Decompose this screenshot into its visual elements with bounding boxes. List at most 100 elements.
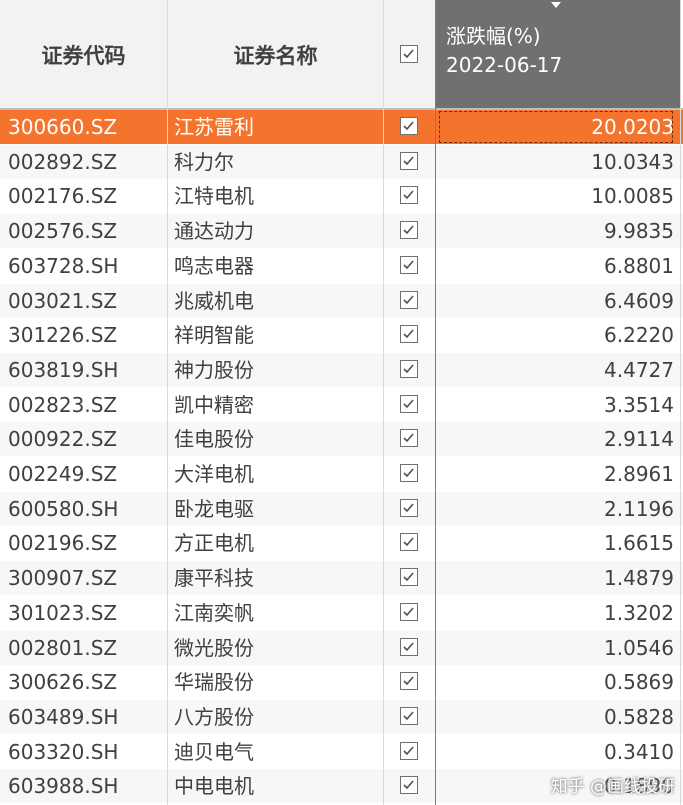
security-name-cell: 迪贝电气	[174, 739, 254, 764]
table-row[interactable]: 603819.SH 神力股份 4.4727	[0, 352, 683, 387]
security-code-cell: 603320.SH	[8, 739, 119, 764]
row-checkbox[interactable]	[400, 602, 418, 621]
security-name-cell: 佳电股份	[174, 427, 254, 452]
row-checkbox[interactable]	[400, 533, 418, 552]
row-checkbox[interactable]	[400, 498, 418, 517]
row-checkbox[interactable]	[400, 151, 418, 170]
column-header-change-title: 涨跌幅(%)	[446, 24, 541, 48]
row-checkbox-cell[interactable]	[384, 214, 436, 248]
security-code-cell: 002892.SZ	[8, 149, 118, 174]
table-row[interactable]: 603320.SH 迪贝电气 0.3410	[0, 735, 683, 769]
row-checkbox-cell[interactable]	[384, 596, 436, 630]
row-checkbox-cell[interactable]	[384, 735, 436, 769]
checkmark-icon	[403, 676, 414, 686]
change-percent-cell: 0.5869	[604, 670, 674, 695]
table-row[interactable]: 002801.SZ 微光股份 1.0546	[0, 630, 683, 665]
row-checkbox-cell[interactable]	[384, 561, 436, 595]
row-checkbox-cell[interactable]	[384, 665, 436, 699]
security-name-cell: 祥明智能	[174, 323, 254, 348]
table-row[interactable]: 600580.SH 卧龙电驱 2.1196	[0, 491, 683, 526]
column-header-change[interactable]: 涨跌幅(%) 2022-06-17	[436, 0, 680, 110]
column-header-code[interactable]: 证券代码	[0, 0, 168, 110]
checkmark-icon	[403, 746, 414, 755]
row-checkbox[interactable]	[400, 221, 418, 240]
column-header-name-label: 证券名称	[233, 44, 318, 68]
row-checkbox-cell[interactable]	[384, 249, 436, 283]
row-checkbox-cell[interactable]	[384, 318, 436, 352]
checkmark-icon	[403, 503, 414, 512]
security-name-cell: 江南奕帆	[174, 600, 254, 625]
checkmark-icon	[403, 190, 414, 200]
row-checkbox[interactable]	[400, 394, 418, 413]
row-checkbox[interactable]	[400, 359, 418, 378]
column-header-change-date: 2022-06-17	[446, 53, 563, 77]
security-name-cell: 鸣志电器	[174, 253, 254, 278]
row-checkbox[interactable]	[400, 706, 418, 725]
change-percent-cell: 4.4727	[604, 357, 674, 382]
select-all-checkbox-cell[interactable]	[384, 0, 436, 110]
table-row[interactable]: 002176.SZ 江特电机 10.0085	[0, 179, 683, 213]
security-code-cell: 600580.SH	[8, 496, 119, 521]
table-row[interactable]: 000922.SZ 佳电股份 2.9114	[0, 422, 683, 457]
table-row[interactable]: 002892.SZ 科力尔 10.0343	[0, 144, 683, 179]
select-all-checkbox[interactable]	[400, 45, 418, 63]
table-row[interactable]: 300660.SZ 江苏雷利 20.0203	[0, 110, 683, 144]
change-percent-cell: 2.9114	[604, 427, 674, 452]
column-header-name[interactable]: 证券名称	[168, 0, 384, 110]
table-row[interactable]: 003021.SZ 兆威机电 6.4609	[0, 283, 683, 318]
security-code-cell: 002576.SZ	[8, 219, 118, 244]
row-checkbox-cell[interactable]	[384, 284, 436, 318]
row-checkbox-cell[interactable]	[384, 179, 436, 213]
security-code-cell: 003021.SZ	[8, 288, 118, 313]
change-percent-cell: 6.2220	[604, 323, 674, 348]
row-checkbox-cell[interactable]	[384, 492, 436, 526]
row-checkbox[interactable]	[400, 325, 418, 344]
change-percent-cell: 1.4879	[604, 566, 674, 591]
security-code-cell: 301226.SZ	[8, 323, 118, 348]
change-percent-cell: 20.0203	[438, 110, 674, 144]
security-name-cell: 通达动力	[174, 219, 254, 244]
checkmark-icon	[403, 468, 414, 478]
change-percent-cell: 10.0085	[591, 184, 674, 209]
row-checkbox-cell[interactable]	[384, 631, 436, 665]
checkmark-icon	[403, 572, 414, 582]
table-row[interactable]: 002823.SZ 凯中精密 3.3514	[0, 388, 683, 422]
security-code-cell: 000922.SZ	[8, 427, 118, 452]
security-name-cell: 八方股份	[174, 704, 254, 729]
row-checkbox[interactable]	[400, 464, 418, 482]
table-row[interactable]: 603728.SH 鸣志电器 6.8801	[0, 249, 683, 283]
row-checkbox[interactable]	[400, 672, 418, 691]
row-checkbox-cell[interactable]	[384, 388, 436, 422]
row-checkbox-cell[interactable]	[384, 457, 436, 491]
change-percent-cell: 3.3514	[604, 392, 674, 417]
table-row[interactable]: 002249.SZ 大洋电机 2.8961	[0, 457, 683, 491]
table-row[interactable]: 300626.SZ 华瑞股份 0.5869	[0, 665, 683, 699]
row-checkbox[interactable]	[400, 429, 418, 448]
row-checkbox[interactable]	[400, 186, 418, 205]
row-checkbox[interactable]	[400, 117, 418, 135]
row-checkbox-cell[interactable]	[384, 422, 436, 456]
table-row[interactable]: 603489.SH 八方股份 0.5828	[0, 699, 683, 734]
row-checkbox[interactable]	[400, 568, 418, 587]
table-row[interactable]: 301023.SZ 江南奕帆 1.3202	[0, 596, 683, 630]
row-checkbox[interactable]	[400, 776, 418, 795]
change-percent-cell: 1.3202	[604, 600, 674, 625]
checkmark-icon	[403, 364, 414, 374]
table-row[interactable]: 300907.SZ 康平科技 1.4879	[0, 561, 683, 596]
row-checkbox-cell[interactable]	[384, 353, 436, 387]
security-name-cell: 大洋电机	[174, 462, 254, 486]
row-checkbox[interactable]	[400, 637, 418, 656]
row-checkbox-cell[interactable]	[384, 110, 436, 144]
row-checkbox-cell[interactable]	[384, 769, 436, 803]
table-row[interactable]: 002576.SZ 通达动力 9.9835	[0, 214, 683, 249]
row-checkbox[interactable]	[400, 290, 418, 309]
sort-desc-icon	[551, 2, 561, 8]
table-row[interactable]: 301226.SZ 祥明智能 6.2220	[0, 318, 683, 352]
column-header-code-label: 证券代码	[41, 44, 126, 68]
row-checkbox[interactable]	[400, 255, 418, 274]
row-checkbox-cell[interactable]	[384, 145, 436, 179]
row-checkbox-cell[interactable]	[384, 700, 436, 734]
row-checkbox-cell[interactable]	[384, 526, 436, 560]
table-row[interactable]: 002196.SZ 方正电机 1.6615	[0, 526, 683, 560]
row-checkbox[interactable]	[400, 741, 418, 760]
